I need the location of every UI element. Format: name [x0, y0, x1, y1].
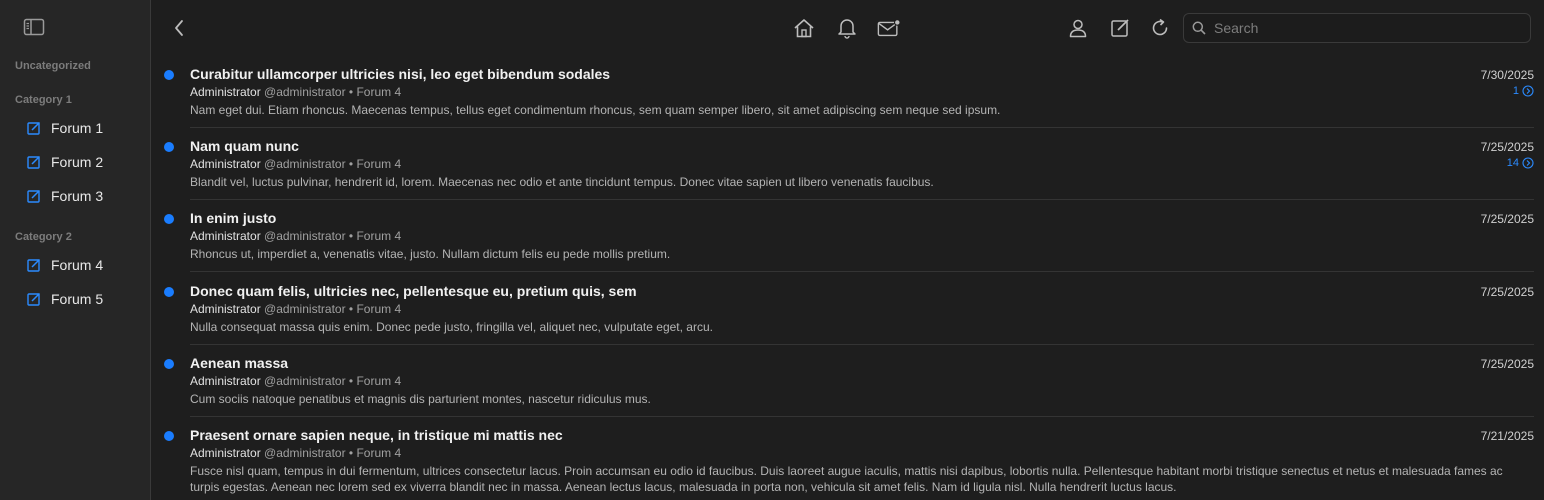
- divider: [190, 271, 1534, 272]
- forum-edit-icon: [27, 258, 41, 272]
- thread-row[interactable]: Donec quam felis, ultricies nec, pellent…: [151, 273, 1544, 345]
- author-handle: @administrator: [264, 374, 346, 388]
- thread-meta: Administrator @administrator • Forum 4: [190, 374, 401, 388]
- search-box[interactable]: [1183, 13, 1531, 43]
- sidebar-item-forum-4[interactable]: Forum 4: [27, 255, 103, 275]
- forum-label: Forum 2: [51, 154, 104, 170]
- sidebar-item-forum-1[interactable]: Forum 1: [27, 118, 103, 138]
- unread-dot: [164, 359, 174, 369]
- thread-title[interactable]: In enim justo: [190, 210, 276, 226]
- home-icon[interactable]: [792, 16, 816, 40]
- author-name[interactable]: Administrator: [190, 229, 261, 243]
- unread-dot: [164, 214, 174, 224]
- thread-meta: Administrator @administrator • Forum 4: [190, 85, 401, 99]
- search-input[interactable]: [1214, 20, 1514, 36]
- sidebar-item-forum-3[interactable]: Forum 3: [27, 186, 103, 206]
- unread-dot: [164, 142, 174, 152]
- thread-row[interactable]: Praesent ornare sapien neque, in tristiq…: [151, 417, 1544, 500]
- author-handle: @administrator: [264, 302, 346, 316]
- compose-icon[interactable]: [1108, 16, 1132, 40]
- thread-excerpt: Blandit vel, luctus pulvinar, hendrerit …: [190, 175, 934, 189]
- chevron-right-circle-icon: [1522, 85, 1534, 97]
- thread-meta: Administrator @administrator • Forum 4: [190, 446, 401, 460]
- thread-date: 7/21/2025: [1480, 429, 1534, 443]
- reply-count-link[interactable]: 14: [1507, 157, 1534, 169]
- author-name[interactable]: Administrator: [190, 374, 261, 388]
- thread-forum: • Forum 4: [348, 85, 402, 99]
- thread-title[interactable]: Curabitur ullamcorper ultricies nisi, le…: [190, 66, 610, 82]
- thread-row[interactable]: Curabitur ullamcorper ultricies nisi, le…: [151, 56, 1544, 128]
- author-name[interactable]: Administrator: [190, 446, 261, 460]
- thread-forum: • Forum 4: [348, 229, 402, 243]
- reply-count: 1: [1512, 85, 1519, 97]
- reply-count: 14: [1506, 157, 1519, 169]
- forum-label: Forum 1: [51, 120, 104, 136]
- thread-forum: • Forum 4: [348, 157, 402, 171]
- chevron-right-circle-icon: [1522, 157, 1534, 169]
- thread-title[interactable]: Nam quam nunc: [190, 138, 299, 154]
- author-handle: @administrator: [264, 446, 346, 460]
- forum-label: Forum 4: [51, 257, 104, 273]
- author-handle: @administrator: [264, 157, 346, 171]
- thread-meta: Administrator @administrator • Forum 4: [190, 229, 401, 243]
- thread-excerpt: Cum sociis natoque penatibus et magnis d…: [190, 392, 651, 406]
- forum-label: Forum 5: [51, 291, 104, 307]
- thread-excerpt: Nam eget dui. Etiam rhoncus. Maecenas te…: [190, 103, 1001, 117]
- thread-row[interactable]: Aenean massa Administrator @administrato…: [151, 345, 1544, 417]
- unread-dot: [164, 431, 174, 441]
- thread-excerpt: Fusce nisl quam, tempus in dui fermentum…: [190, 464, 1503, 494]
- thread-date: 7/30/2025: [1480, 68, 1534, 82]
- thread-date: 7/25/2025: [1480, 212, 1534, 226]
- thread-row[interactable]: In enim justo Administrator @administrat…: [151, 200, 1544, 272]
- thread-forum: • Forum 4: [348, 302, 402, 316]
- unread-dot: [164, 70, 174, 80]
- thread-date: 7/25/2025: [1480, 140, 1534, 154]
- thread-title[interactable]: Donec quam felis, ultricies nec, pellent…: [190, 283, 637, 299]
- back-icon[interactable]: [167, 16, 191, 40]
- forum-edit-icon: [27, 292, 41, 306]
- category-label: Uncategorized: [15, 60, 91, 72]
- thread-date: 7/25/2025: [1480, 285, 1534, 299]
- thread-meta: Administrator @administrator • Forum 4: [190, 157, 401, 171]
- sidebar-item-forum-2[interactable]: Forum 2: [27, 152, 103, 172]
- author-name[interactable]: Administrator: [190, 302, 261, 316]
- thread-title[interactable]: Praesent ornare sapien neque, in tristiq…: [190, 427, 563, 443]
- author-handle: @administrator: [264, 229, 346, 243]
- sidebar-item-forum-5[interactable]: Forum 5: [27, 289, 103, 309]
- author-handle: @administrator: [264, 85, 346, 99]
- topbar: [151, 0, 1544, 56]
- category-label: Category 2: [15, 231, 72, 243]
- sidebar: Uncategorized Category 1 Forum 1 Forum 2…: [0, 0, 151, 500]
- thread-forum: • Forum 4: [348, 374, 402, 388]
- thread-row[interactable]: Nam quam nunc Administrator @administrat…: [151, 128, 1544, 200]
- refresh-icon[interactable]: [1148, 16, 1172, 40]
- user-icon[interactable]: [1066, 16, 1090, 40]
- unread-dot: [164, 287, 174, 297]
- reply-count-link[interactable]: 1: [1513, 85, 1534, 97]
- bell-icon[interactable]: [835, 16, 859, 40]
- author-name[interactable]: Administrator: [190, 157, 261, 171]
- sidebar-toggle-icon[interactable]: [23, 18, 45, 36]
- thread-date: 7/25/2025: [1480, 357, 1534, 371]
- forum-edit-icon: [27, 189, 41, 203]
- forum-edit-icon: [27, 155, 41, 169]
- thread-title[interactable]: Aenean massa: [190, 355, 288, 371]
- forum-label: Forum 3: [51, 188, 104, 204]
- category-label: Category 1: [15, 94, 72, 106]
- thread-meta: Administrator @administrator • Forum 4: [190, 302, 401, 316]
- thread-excerpt: Rhoncus ut, imperdiet a, venenatis vitae…: [190, 247, 671, 261]
- mail-icon[interactable]: [877, 16, 901, 40]
- forum-edit-icon: [27, 121, 41, 135]
- thread-forum: • Forum 4: [348, 446, 402, 460]
- author-name[interactable]: Administrator: [190, 85, 261, 99]
- thread-excerpt: Nulla consequat massa quis enim. Donec p…: [190, 320, 713, 334]
- search-icon: [1192, 21, 1206, 35]
